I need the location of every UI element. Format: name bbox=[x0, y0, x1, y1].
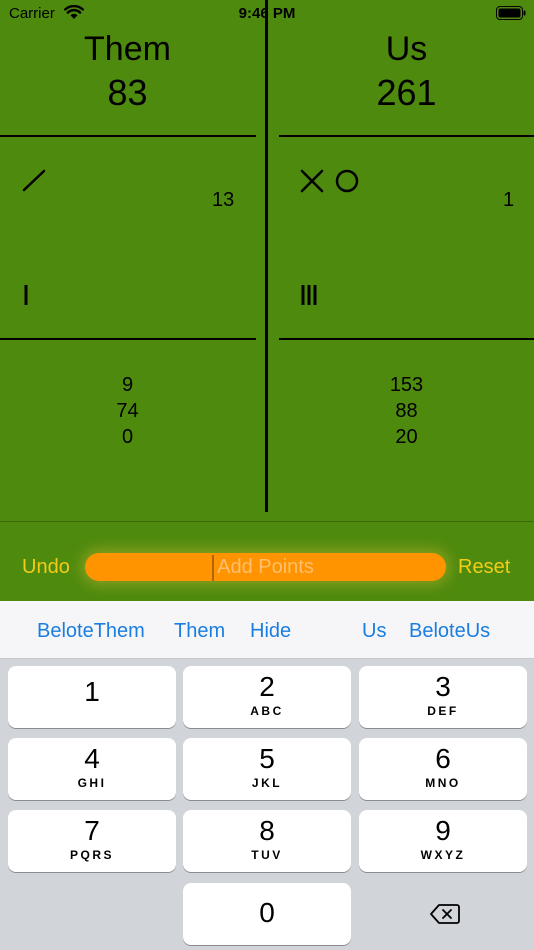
history-value: 0 bbox=[121, 426, 134, 448]
delete-key[interactable] bbox=[359, 883, 527, 945]
key-3[interactable]: 3 DEF bbox=[359, 666, 527, 728]
key-9[interactable]: 9 WXYZ bbox=[359, 810, 527, 872]
history-value: 74 bbox=[116, 400, 139, 422]
controls-bar: Undo Reset bbox=[0, 521, 534, 602]
them-button[interactable]: Them bbox=[174, 620, 225, 643]
key-4[interactable]: 4 GHI bbox=[8, 738, 176, 800]
key-8[interactable]: 8 TUV bbox=[183, 810, 351, 872]
us-history: 153 88 20 bbox=[279, 372, 534, 450]
add-points-input[interactable] bbox=[85, 553, 446, 581]
history-value: 9 bbox=[121, 374, 134, 396]
them-title: Them bbox=[84, 30, 171, 68]
reset-button[interactable]: Reset bbox=[458, 556, 510, 579]
text-caret bbox=[212, 555, 214, 581]
tally-circle-mark bbox=[335, 169, 359, 193]
center-divider bbox=[265, 0, 268, 512]
key-digit: 9 bbox=[435, 815, 451, 846]
key-letters: ABC bbox=[250, 704, 284, 718]
key-letters: WXYZ bbox=[420, 848, 466, 862]
key-digit: 6 bbox=[435, 743, 451, 774]
history-value: 20 bbox=[395, 426, 418, 448]
divider-line bbox=[279, 338, 534, 340]
key-digit: 1 bbox=[84, 676, 100, 707]
belote-them-button[interactable]: BeloteThem bbox=[37, 620, 145, 643]
backspace-icon bbox=[430, 904, 460, 924]
key-1[interactable]: 1 bbox=[8, 666, 176, 728]
key-letters: MNO bbox=[425, 776, 461, 790]
key-letters: GHI bbox=[77, 776, 107, 790]
key-6[interactable]: 6 MNO bbox=[359, 738, 527, 800]
key-letters: PQRS bbox=[69, 848, 114, 862]
tally-slash-mark bbox=[22, 169, 46, 192]
history-value: 153 bbox=[389, 374, 424, 396]
key-7[interactable]: 7 PQRS bbox=[8, 810, 176, 872]
us-tally-count: 1 bbox=[503, 189, 515, 211]
key-digit: 8 bbox=[259, 815, 275, 846]
key-2[interactable]: 2 ABC bbox=[183, 666, 351, 728]
divider-line bbox=[279, 135, 534, 137]
history-value: 88 bbox=[395, 400, 418, 422]
key-digit: 5 bbox=[259, 743, 275, 774]
battery-icon bbox=[496, 6, 526, 20]
key-letters: DEF bbox=[427, 704, 459, 718]
us-score: 261 bbox=[376, 72, 437, 113]
undo-button[interactable]: Undo bbox=[22, 556, 70, 579]
key-digit: 0 bbox=[259, 897, 275, 928]
key-0[interactable]: 0 bbox=[183, 883, 351, 945]
divider-line bbox=[0, 135, 256, 137]
tally-triple-bar-mark bbox=[301, 285, 317, 305]
tally-cross-mark bbox=[300, 169, 324, 193]
hide-button[interactable]: Hide bbox=[250, 620, 291, 643]
score-board: Carrier 9:46 PM Them 83 Us 261 13 1 9 74… bbox=[0, 0, 534, 601]
key-digit: 4 bbox=[84, 743, 100, 774]
tally-bar-mark bbox=[24, 285, 28, 305]
key-letters: JKL bbox=[251, 776, 283, 790]
key-letters: TUV bbox=[251, 848, 283, 862]
key-5[interactable]: 5 JKL bbox=[183, 738, 351, 800]
divider-line bbox=[0, 338, 256, 340]
us-button[interactable]: Us bbox=[362, 620, 386, 643]
us-title: Us bbox=[385, 30, 428, 68]
them-score: 83 bbox=[107, 72, 148, 113]
key-digit: 2 bbox=[259, 671, 275, 702]
key-digit: 3 bbox=[435, 671, 451, 702]
them-history: 9 74 0 bbox=[0, 372, 255, 450]
belote-us-button[interactable]: BeloteUs bbox=[409, 620, 490, 643]
key-digit: 7 bbox=[84, 815, 100, 846]
input-accessory-toolbar: BeloteThem Them Hide Us BeloteUs bbox=[0, 601, 534, 659]
them-tally-count: 13 bbox=[212, 189, 235, 211]
